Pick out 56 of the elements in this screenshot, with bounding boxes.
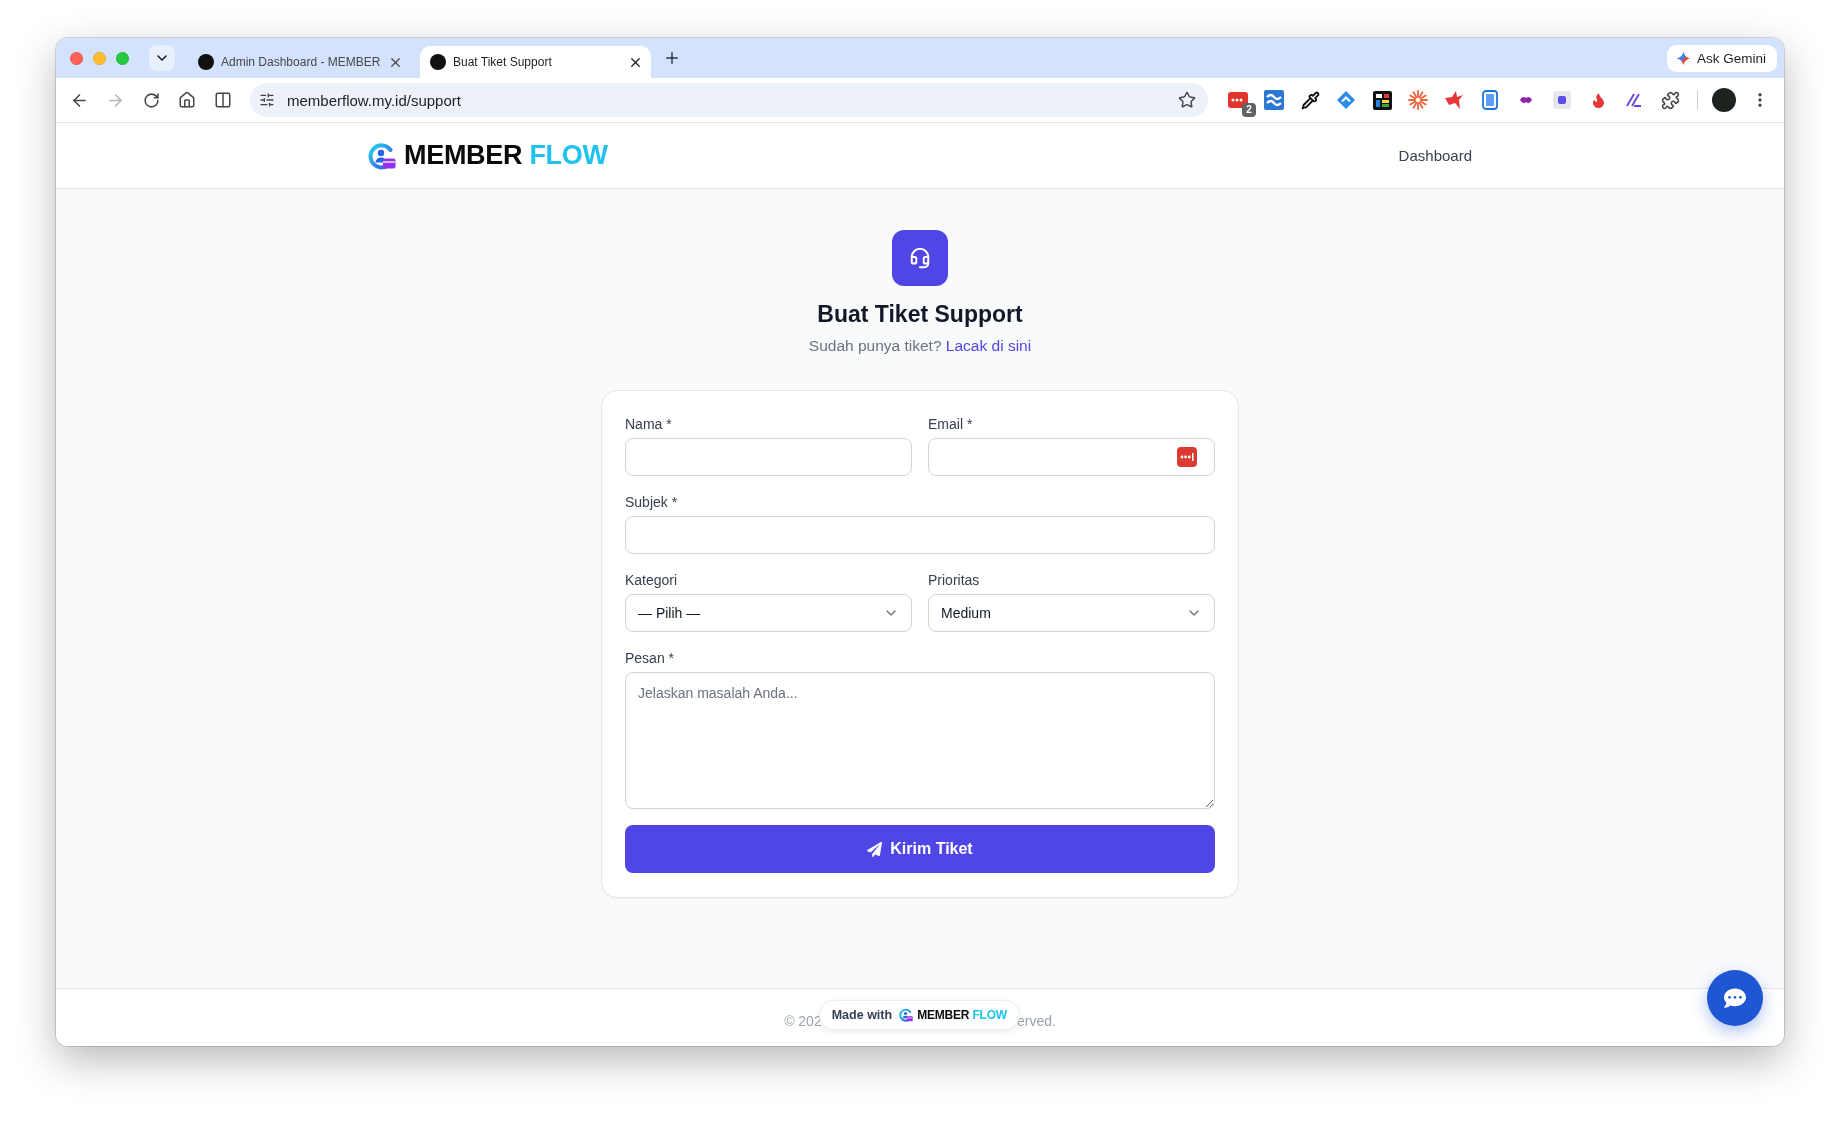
browser-tab[interactable]: Buat Tiket Support [420, 46, 651, 78]
window-close-icon[interactable] [70, 51, 83, 65]
made-with-text: Made with [831, 1007, 893, 1022]
phone-icon[interactable] [1482, 90, 1498, 110]
address-bar[interactable]: memberflow.my.id/support [250, 83, 1208, 117]
blob-icon[interactable] [1519, 95, 1533, 105]
square-tile-icon[interactable] [1553, 91, 1571, 109]
nav-link[interactable]: Dashboard [1398, 146, 1472, 164]
split-view-icon[interactable] [214, 91, 232, 109]
logo-icon [899, 1007, 914, 1022]
favicon-icon [430, 54, 446, 70]
sunburst-icon[interactable] [1408, 90, 1428, 110]
field-label: Nama * [625, 415, 673, 434]
favicon-icon [198, 54, 214, 70]
star-icon[interactable] [1178, 91, 1196, 109]
home-icon[interactable] [178, 91, 196, 109]
paper-plane-icon [867, 841, 883, 857]
text-field[interactable] [625, 516, 1215, 554]
password-dots-icon[interactable] [1177, 447, 1197, 467]
chat-bubble-icon [1724, 987, 1746, 1009]
tab-search-button[interactable] [149, 45, 175, 71]
wave-tile-icon[interactable] [1264, 90, 1284, 110]
field-label: Email * [928, 415, 974, 434]
logo-icon [368, 141, 396, 170]
ask-gemini-button[interactable]: Ask Gemini [1666, 44, 1777, 72]
eyedropper-icon[interactable] [1300, 90, 1320, 110]
sliders-icon[interactable] [259, 92, 275, 108]
reload-icon[interactable] [142, 91, 160, 109]
dots-tile-icon[interactable] [1228, 92, 1248, 108]
track-link[interactable]: Lacak di sini [945, 337, 1032, 354]
sparkle-icon [1675, 50, 1691, 66]
select-field[interactable]: Medium [928, 594, 1215, 632]
logo-text: MEMBER FLOW [917, 1007, 1007, 1022]
slashes-icon[interactable] [1626, 93, 1642, 107]
field-label: Prioritas [928, 571, 981, 590]
chat-button[interactable] [1707, 970, 1763, 1026]
diamond-arrow-icon[interactable] [1337, 91, 1355, 109]
jagged-star-icon[interactable] [1444, 90, 1464, 110]
avatar-icon[interactable] [1712, 88, 1736, 112]
headset-icon [892, 230, 948, 286]
field-label: Kategori [625, 571, 679, 590]
field-label: Subjek * [625, 493, 679, 512]
page-title: Buat Tiket Support [817, 300, 1023, 329]
email-field[interactable] [928, 438, 1215, 476]
logo-text: MEMBER FLOW [404, 140, 608, 171]
grid-tile-icon[interactable] [1372, 90, 1392, 110]
new-tab-icon[interactable] [663, 49, 681, 67]
text-field[interactable] [625, 438, 912, 476]
submit-button[interactable]: Kirim Tiket [625, 825, 1215, 873]
puzzle-icon[interactable] [1660, 90, 1680, 110]
subtitle-text: Sudah punya tiket? Lacak di sini [808, 336, 1032, 356]
message-field[interactable]: Jelaskan masalah Anda... [625, 672, 1215, 809]
browser-tab[interactable]: Admin Dashboard - MEMBER [188, 46, 411, 78]
select-field[interactable]: — Pilih — [625, 594, 912, 632]
count-badge: 2 [1242, 103, 1256, 117]
field-label: Pesan * [625, 649, 676, 668]
